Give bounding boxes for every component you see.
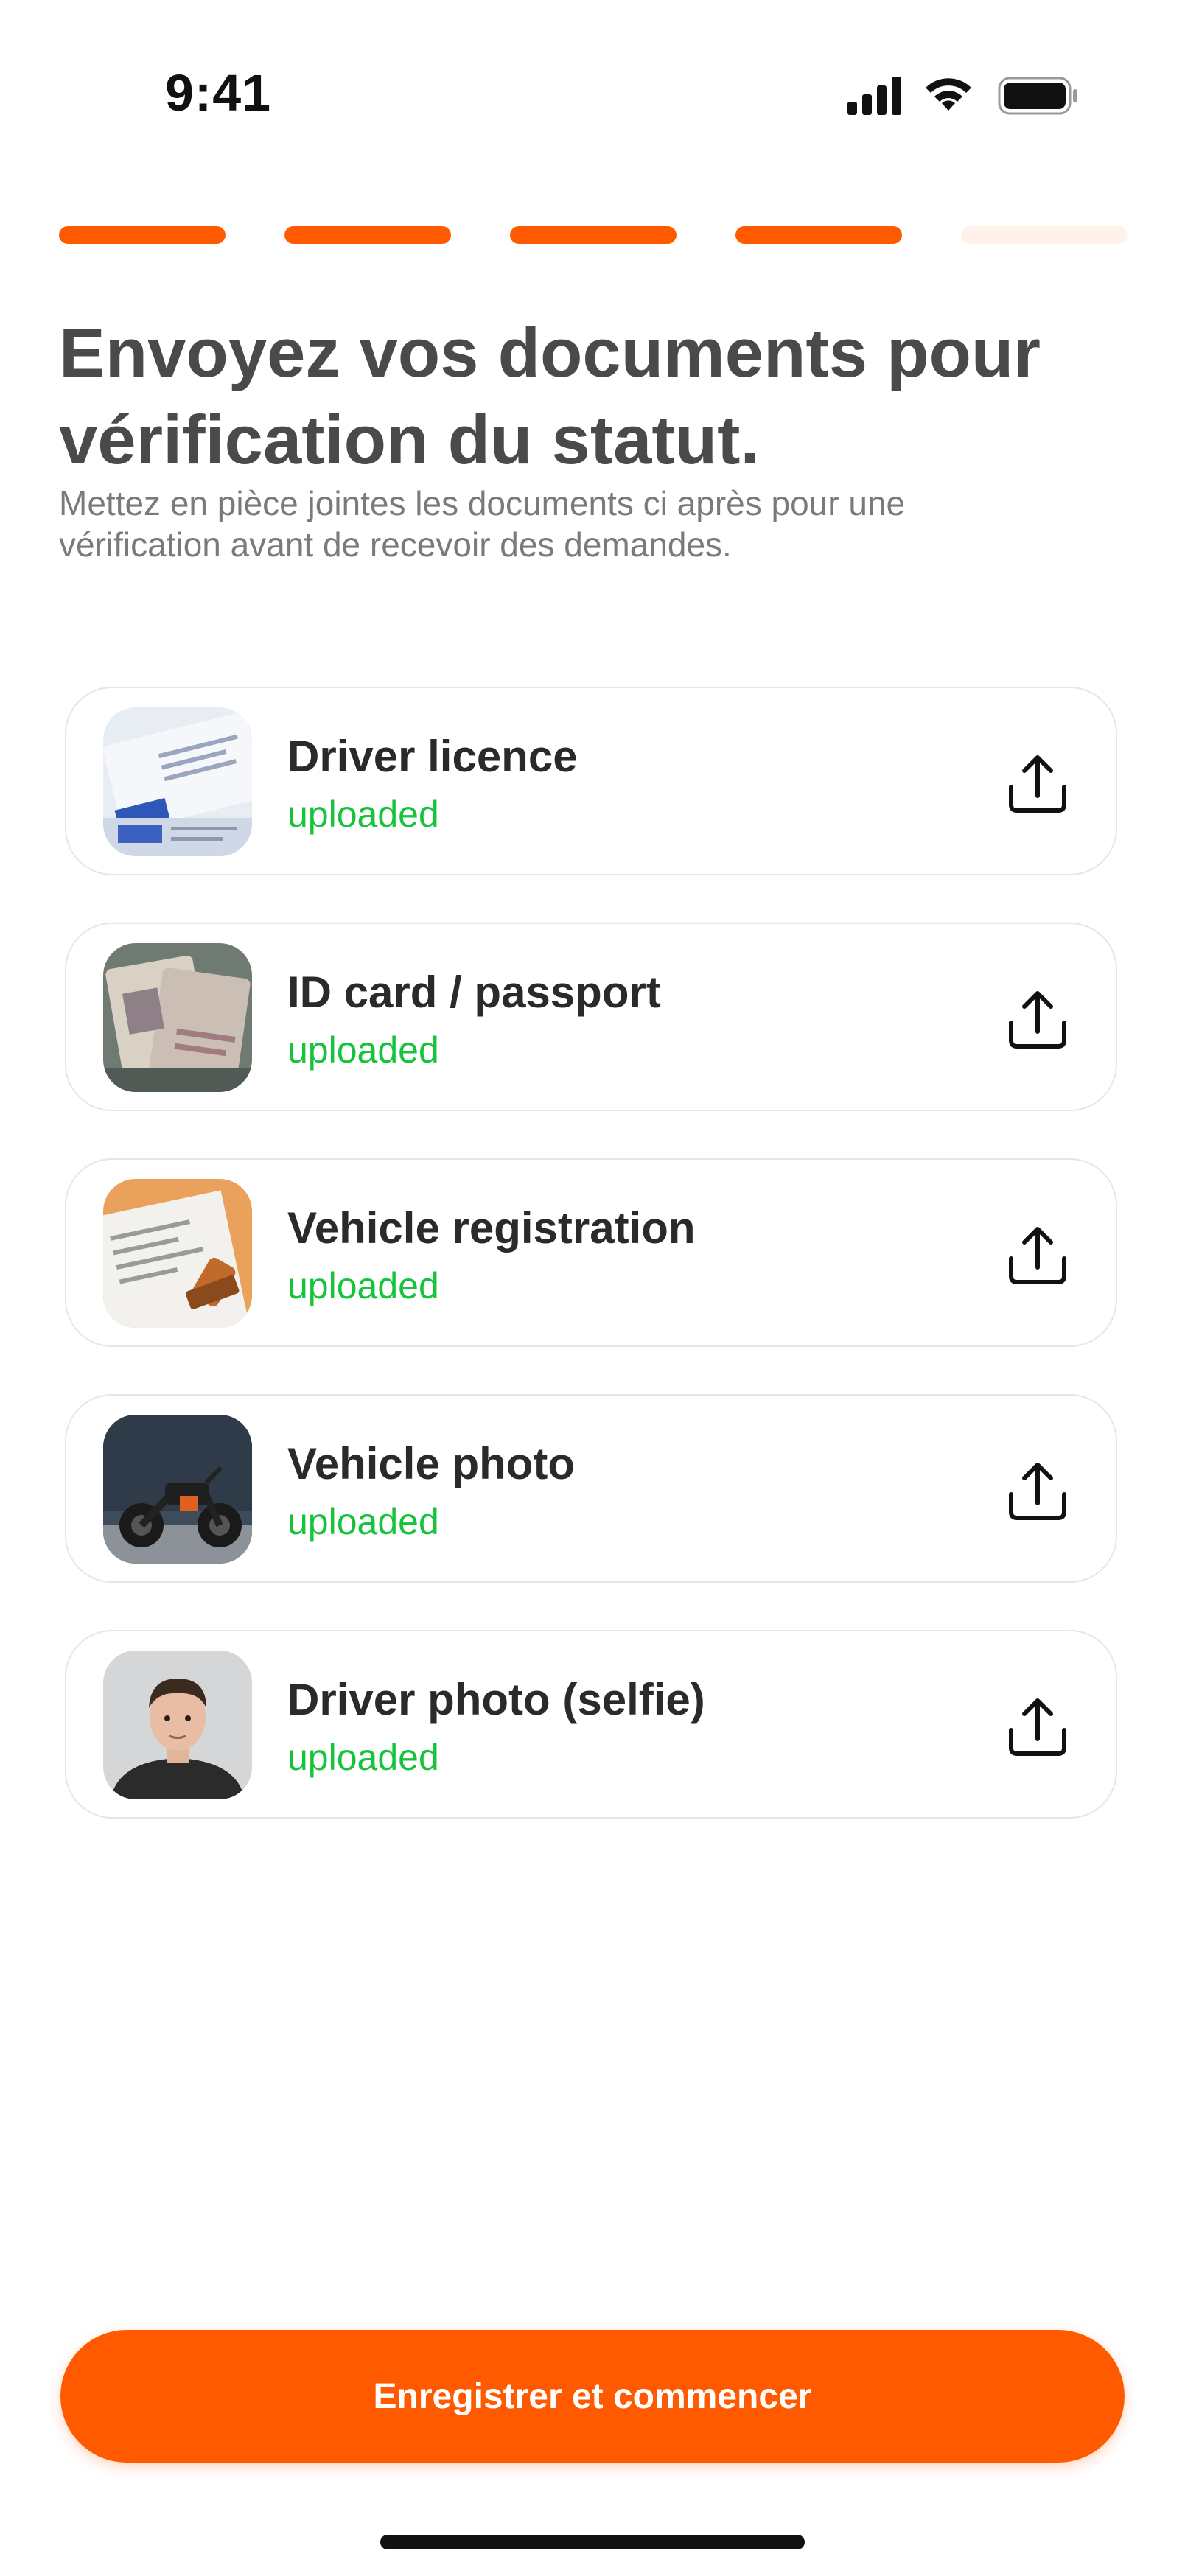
document-card-vehicle-registration[interactable]: Vehicle registration uploaded: [65, 1158, 1117, 1347]
document-card-vehicle-photo[interactable]: Vehicle photo uploaded: [65, 1394, 1117, 1583]
passport-photo: [103, 943, 252, 1092]
wifi-icon: [926, 78, 971, 111]
step-progress: [59, 226, 1128, 244]
progress-step-5: [961, 226, 1128, 244]
document-status: uploaded: [287, 1737, 439, 1778]
document-status: uploaded: [287, 794, 439, 835]
document-name: Vehicle photo: [287, 1439, 576, 1488]
status-bar: 9:41: [0, 0, 1185, 147]
battery-icon: [998, 77, 1077, 115]
motorcycle-photo: [103, 1415, 252, 1564]
progress-step-4: [735, 226, 902, 244]
progress-step-3: [510, 226, 677, 244]
progress-step-2: [284, 226, 451, 244]
document-status: uploaded: [287, 1501, 439, 1542]
document-name: Driver licence: [287, 732, 578, 781]
upload-icon[interactable]: [1004, 986, 1072, 1054]
document-name: ID card / passport: [287, 967, 661, 1017]
upload-icon[interactable]: [1004, 1457, 1072, 1525]
document-name: Vehicle registration: [287, 1203, 696, 1253]
status-time: 9:41: [165, 64, 272, 122]
upload-icon[interactable]: [1004, 750, 1072, 818]
page-title: Envoyez vos documents pour vérification …: [59, 314, 1041, 478]
cellular-signal-icon: [847, 77, 901, 115]
document-card-driver-licence[interactable]: Driver licence uploaded: [65, 687, 1117, 875]
home-indicator[interactable]: [380, 2535, 805, 2549]
driver-licence-photo: [103, 707, 252, 856]
upload-icon[interactable]: [1004, 1693, 1072, 1761]
document-name: Driver photo (selfie): [287, 1675, 705, 1724]
registration-document-photo: [103, 1179, 252, 1328]
progress-step-1: [59, 226, 226, 244]
save-and-start-button[interactable]: Enregistrer et commencer: [60, 2330, 1125, 2463]
document-card-driver-selfie[interactable]: Driver photo (selfie) uploaded: [65, 1630, 1117, 1819]
selfie-portrait-photo: [103, 1651, 252, 1799]
page-subtitle: Mettez en pièce jointes les documents ci…: [59, 484, 906, 564]
upload-icon[interactable]: [1004, 1222, 1072, 1289]
document-status: uploaded: [287, 1029, 439, 1071]
document-status: uploaded: [287, 1265, 439, 1306]
document-card-id-passport[interactable]: ID card / passport uploaded: [65, 923, 1117, 1111]
